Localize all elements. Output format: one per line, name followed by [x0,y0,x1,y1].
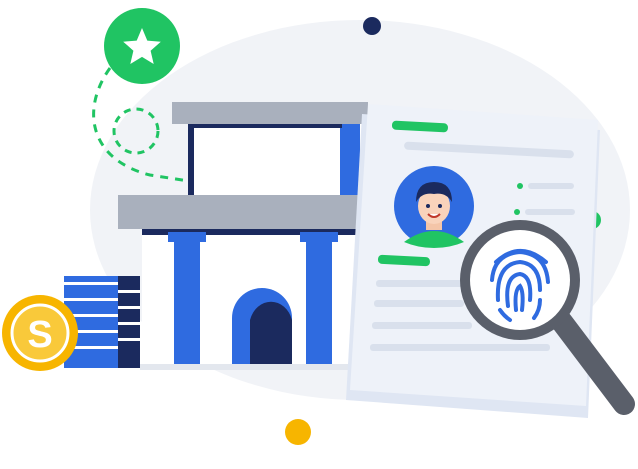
decor-dot-navy [363,17,381,35]
dollar-coin-icon: S [2,295,78,371]
star-badge [104,8,180,84]
coin-symbol: S [27,314,52,356]
decor-dot-gold [285,419,311,445]
identity-verification-illustration: S [2,8,635,445]
